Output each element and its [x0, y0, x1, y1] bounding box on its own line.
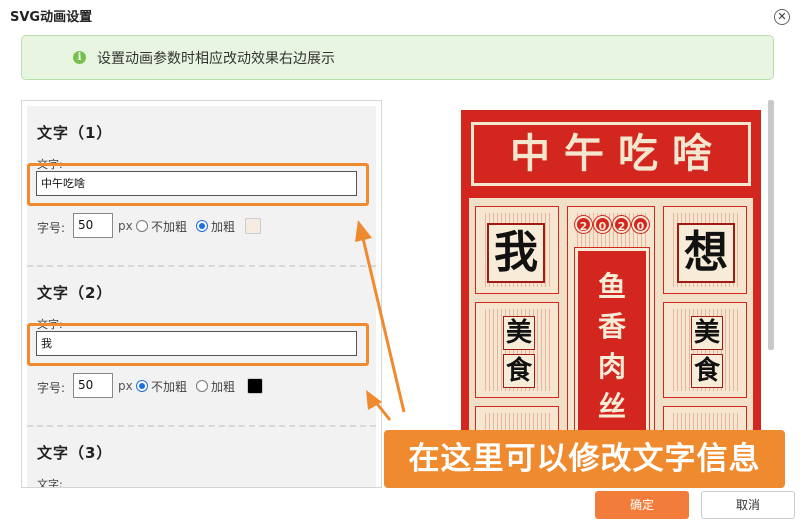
info-icon: i	[73, 51, 86, 64]
poster-left-small-1: 美	[503, 316, 535, 350]
notice-text: 设置动画参数时相应改动效果右边展示	[97, 50, 335, 67]
year-digit: 0	[594, 216, 611, 233]
radio-bold-label-1: 加粗	[211, 220, 236, 234]
color-swatch-2[interactable]	[247, 378, 263, 394]
size-input-2[interactable]: 50	[73, 373, 113, 398]
poster-right-big: 想	[677, 223, 735, 283]
dialog-title: SVG动画设置	[10, 10, 93, 25]
poster-right-small-2: 食	[691, 354, 723, 388]
highlight-box-1	[27, 163, 369, 206]
year-digit: 2	[575, 216, 592, 233]
radio-normal-2[interactable]	[136, 380, 148, 392]
size-unit-1: px	[118, 219, 133, 233]
section-title-1: 文字（1）	[37, 124, 113, 142]
poster-year: 2020	[569, 216, 655, 238]
color-swatch-1[interactable]	[245, 218, 261, 234]
radio-bold-2[interactable]	[196, 380, 208, 392]
size-unit-2: px	[118, 379, 133, 393]
cancel-button[interactable]: 取消	[701, 491, 795, 519]
radio-bold-1[interactable]	[196, 220, 208, 232]
text-label-3: 文字:	[37, 478, 63, 488]
radio-normal-label-1: 不加粗	[151, 220, 188, 234]
year-digit: 2	[613, 216, 630, 233]
ok-button[interactable]: 确定	[595, 491, 689, 519]
close-icon[interactable]: ✕	[774, 9, 790, 25]
settings-panel[interactable]: 文字（1） 文字: 中午吃啥 字号: 50 px 不加粗 加粗 文字（2） 文字…	[21, 100, 382, 488]
section-divider	[27, 265, 376, 267]
poster-center-char: 鱼	[597, 270, 626, 303]
highlight-box-2	[27, 323, 369, 366]
radio-bold-label-2: 加粗	[211, 380, 236, 394]
poster-center-char: 香	[597, 310, 626, 343]
poster-title-box: 中午吃啥	[471, 122, 751, 186]
section-title-3: 文字（3）	[37, 444, 113, 462]
annotation-banner: 在这里可以修改文字信息	[384, 430, 785, 488]
poster-left-big: 我	[487, 223, 545, 283]
poster-center-char: 肉	[597, 350, 626, 383]
poster-right-small-1: 美	[691, 316, 723, 350]
size-input-1[interactable]: 50	[73, 213, 113, 238]
section-title-2: 文字（2）	[37, 284, 113, 302]
radio-normal-1[interactable]	[136, 220, 148, 232]
poster-left-small-2: 食	[503, 354, 535, 388]
poster-center-char: 丝	[597, 390, 626, 423]
year-digit: 0	[632, 216, 649, 233]
radio-normal-label-2: 不加粗	[151, 380, 188, 394]
size-label-1: 字号:	[37, 221, 66, 235]
preview-scrollbar[interactable]	[768, 100, 774, 350]
size-label-2: 字号:	[37, 381, 66, 395]
notice-banner: i 设置动画参数时相应改动效果右边展示	[21, 35, 774, 80]
poster-title: 中午吃啥	[510, 131, 726, 177]
section-divider	[27, 425, 376, 427]
